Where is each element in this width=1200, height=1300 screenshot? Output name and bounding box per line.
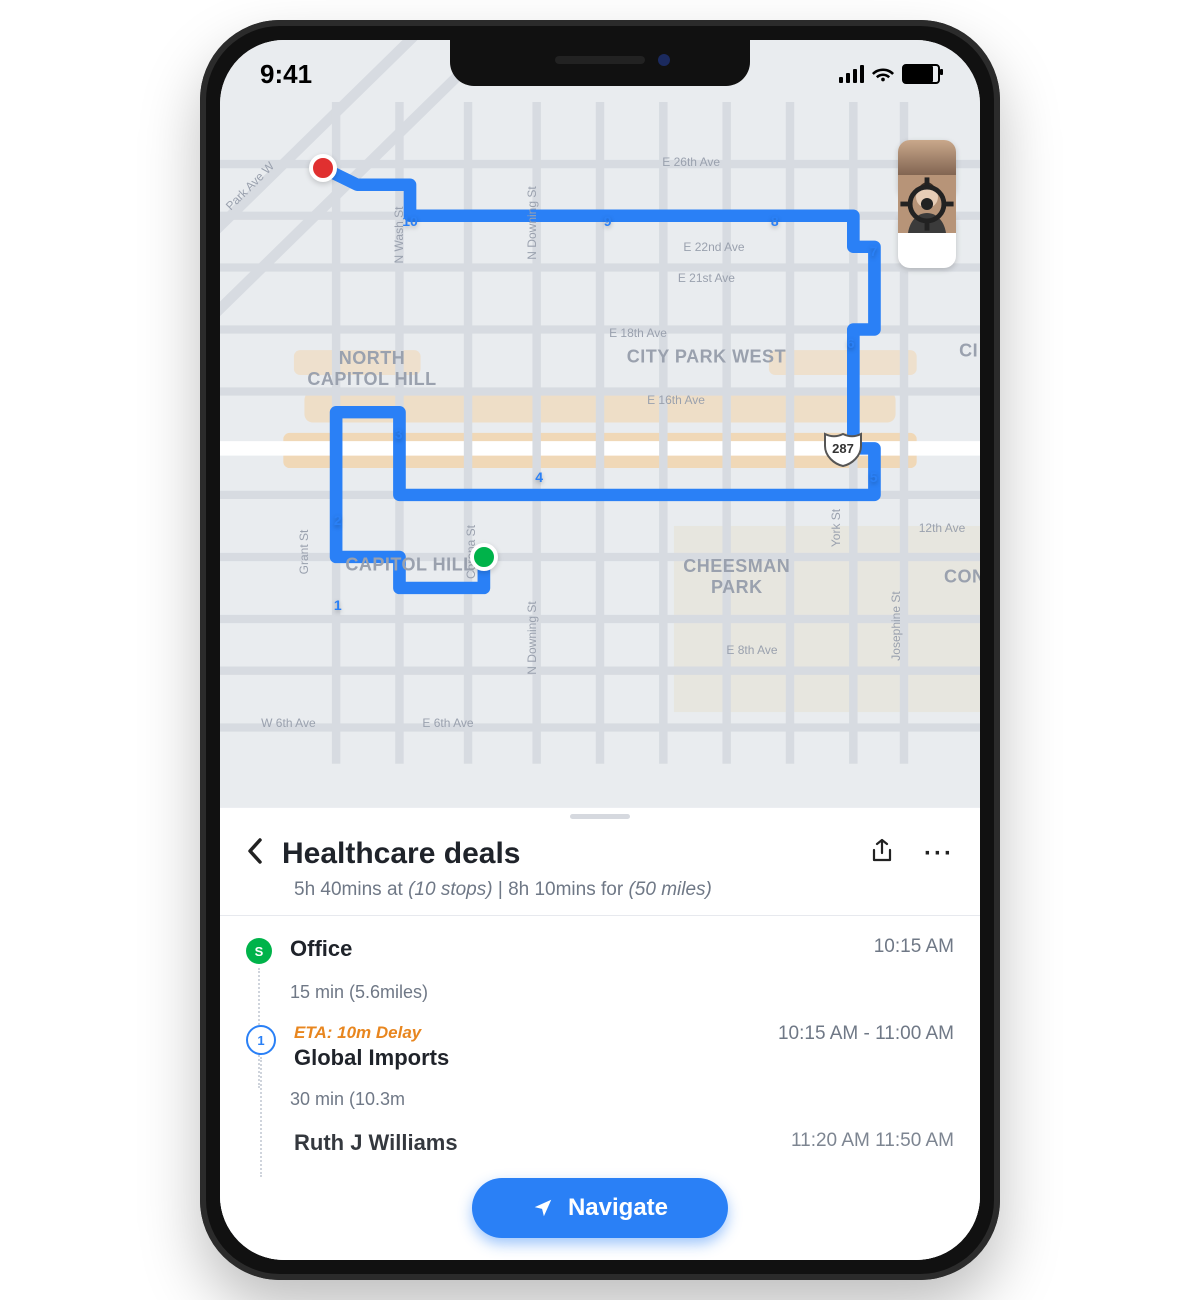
route-end-dot[interactable] bbox=[309, 154, 337, 182]
segment-info: 30 min (10.3m bbox=[246, 1071, 954, 1116]
map-street-e16: E 16th Ave bbox=[647, 393, 705, 407]
stop-row-start[interactable]: S Office 10:15 AM bbox=[246, 922, 954, 964]
phone-screen: 9:41 bbox=[220, 40, 980, 1260]
map-label-city-park-west: CITY PARK WEST bbox=[627, 347, 786, 368]
route-start-dot[interactable] bbox=[470, 543, 498, 571]
stop-name: Office bbox=[290, 936, 856, 962]
map-street-e26: E 26th Ave bbox=[662, 155, 720, 169]
map-street-e8: E 8th Ave bbox=[726, 643, 777, 657]
battery-icon bbox=[902, 64, 940, 84]
map-street-e6: E 6th Ave bbox=[422, 716, 473, 730]
chevron-left-icon bbox=[246, 837, 264, 865]
svg-text:287: 287 bbox=[832, 441, 854, 456]
status-time: 9:41 bbox=[260, 59, 312, 90]
stop-row-1[interactable]: 1 ETA: 10m Delay Global Imports 10:15 AM… bbox=[246, 1009, 954, 1071]
stop-name: Ruth J Williams bbox=[294, 1130, 773, 1156]
stop-row-2[interactable]: Ruth J Williams 11:20 AM 11:50 AM bbox=[246, 1116, 954, 1162]
stop-badge-1: 1 bbox=[246, 1025, 276, 1055]
navigate-button[interactable]: Navigate bbox=[472, 1178, 728, 1238]
stop-name: Global Imports bbox=[294, 1045, 760, 1071]
highway-shield-287: 287 bbox=[823, 430, 863, 468]
map-label-north-capitol-hill: NORTHCAPITOL HILL bbox=[307, 348, 436, 390]
map-street-e22: E 22nd Ave bbox=[683, 240, 744, 254]
segment-info: 15 min (5.6miles) bbox=[246, 964, 954, 1009]
map-street-york: York St bbox=[829, 509, 843, 547]
share-button[interactable] bbox=[870, 838, 894, 871]
map-street-e18: E 18th Ave bbox=[609, 326, 667, 340]
map-label-con: CON bbox=[944, 566, 980, 587]
map-label-capitol-hill: CAPITOL HILL bbox=[345, 554, 474, 575]
map-street-ndown: N Downing St bbox=[525, 186, 539, 259]
stop-eta-delay: ETA: 10m Delay bbox=[294, 1023, 760, 1043]
route-sheet[interactable]: Healthcare deals ··· 5h 40mins at (10 st… bbox=[220, 807, 980, 1260]
share-icon bbox=[870, 838, 894, 864]
map-street-e21: E 21st Ave bbox=[678, 271, 735, 285]
back-button[interactable] bbox=[246, 837, 264, 871]
crosshair-icon bbox=[898, 140, 956, 268]
phone-frame: 9:41 bbox=[200, 20, 1000, 1280]
map-street-e12: 12th Ave bbox=[919, 521, 966, 535]
navigate-arrow-icon bbox=[532, 1197, 554, 1219]
map-street-grant: Grant St bbox=[297, 530, 311, 575]
map-street-w6: W 6th Ave bbox=[261, 716, 315, 730]
notch bbox=[450, 40, 750, 86]
recenter-button[interactable] bbox=[898, 210, 956, 268]
stop-time: 11:20 AM 11:50 AM bbox=[791, 1130, 954, 1152]
map-street-jos: Josephine St bbox=[889, 591, 903, 660]
stop-badge-start: S bbox=[246, 938, 272, 964]
map-label-cheesman-park: CHEESMANPARK bbox=[683, 556, 790, 598]
sheet-subtitle: 5h 40mins at (10 stops) | 8h 10mins for … bbox=[220, 875, 980, 916]
map-label-ci: CI bbox=[959, 341, 978, 362]
stop-time: 10:15 AM bbox=[874, 936, 954, 958]
stop-time: 10:15 AM - 11:00 AM bbox=[778, 1023, 954, 1045]
map-street-ndown2: N Downing St bbox=[525, 601, 539, 674]
cellular-signal-icon bbox=[839, 65, 864, 83]
more-button[interactable]: ··· bbox=[924, 840, 954, 868]
wifi-icon bbox=[872, 63, 894, 85]
sheet-title: Healthcare deals bbox=[282, 837, 852, 871]
